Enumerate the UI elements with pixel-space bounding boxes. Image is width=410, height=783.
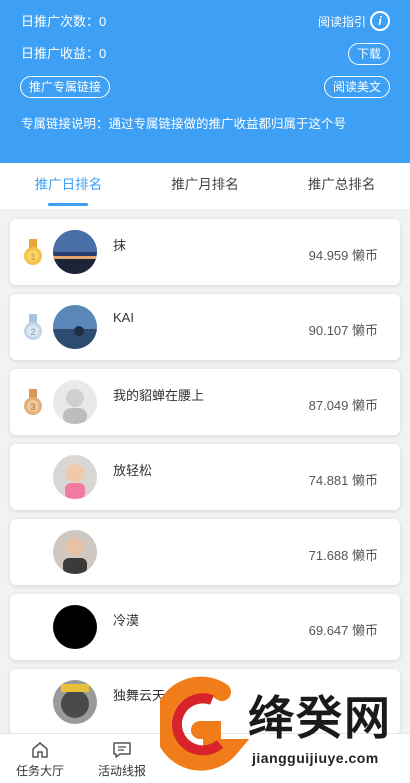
user-name: 放轻松 bbox=[113, 463, 153, 478]
user-score: 87.049 懒币 bbox=[308, 398, 378, 413]
nav-activity-news[interactable]: 活动线报 bbox=[82, 736, 162, 779]
svg-text:2: 2 bbox=[30, 327, 35, 337]
ranking-row[interactable]: 放轻松 74.881 懒币 bbox=[10, 444, 400, 510]
gold-medal-icon: 1 bbox=[24, 239, 42, 265]
daily-count-label: 日推广次数： bbox=[21, 14, 100, 29]
bronze-medal-icon: 3 bbox=[24, 389, 42, 415]
user-score: 74.881 懒币 bbox=[308, 473, 378, 488]
link-description: 专属链接说明：通过专属链接做的推广收益都归属于这个号 bbox=[21, 117, 347, 131]
nav-task-hall[interactable]: 任务大厅 bbox=[0, 736, 80, 779]
avatar bbox=[53, 680, 97, 724]
daily-income-label: 日推广收益： bbox=[21, 46, 100, 61]
exclusive-link-button[interactable]: 推广专属链接 bbox=[20, 76, 111, 98]
user-name: 我的貂蝉在腰上 bbox=[113, 388, 205, 403]
user-score: 69.647 懒币 bbox=[308, 623, 378, 638]
tab-total-ranking[interactable]: 推广总排名 bbox=[273, 163, 410, 209]
daily-income-value: 0 bbox=[99, 46, 107, 61]
watermark-text: 绛癸网 bbox=[248, 691, 392, 745]
svg-text:1: 1 bbox=[30, 252, 35, 262]
ranking-row[interactable]: 2 KAI 90.107 懒币 bbox=[10, 294, 400, 360]
svg-text:3: 3 bbox=[30, 402, 35, 412]
avatar bbox=[53, 230, 97, 274]
avatar bbox=[53, 530, 97, 574]
ranking-tabs: 推广日排名 推广月排名 推广总排名 bbox=[0, 163, 410, 209]
ranking-row[interactable]: 冷漠 69.647 懒币 bbox=[10, 594, 400, 660]
daily-count: 日推广次数：0 bbox=[21, 11, 106, 30]
user-score: 71.688 懒币 bbox=[308, 548, 378, 563]
tab-monthly-ranking[interactable]: 推广月排名 bbox=[137, 163, 274, 209]
watermark-url: jiangguijiuye.com bbox=[252, 750, 379, 766]
header-panel: 日推广次数：0 日推广收益：0 推广专属链接 阅读指引 i 下载 阅读美文 专属… bbox=[0, 0, 410, 163]
user-name: KAI bbox=[113, 310, 134, 325]
watermark-logo-icon bbox=[160, 676, 250, 771]
info-icon: i bbox=[370, 11, 390, 31]
read-article-button[interactable]: 阅读美文 bbox=[323, 76, 390, 98]
avatar bbox=[53, 305, 97, 349]
read-guide-label: 阅读指引 bbox=[317, 14, 366, 29]
site-watermark: 绛癸网 jiangguijiuye.com bbox=[160, 670, 410, 783]
user-score: 90.107 懒币 bbox=[308, 323, 378, 338]
user-name: 抹 bbox=[113, 238, 127, 253]
ranking-row[interactable]: 3 我的貂蝉在腰上 87.049 懒币 bbox=[10, 369, 400, 435]
ranking-row[interactable]: 1 抹 94.959 懒币 bbox=[10, 219, 400, 285]
read-guide-button[interactable]: 阅读指引 i bbox=[318, 11, 390, 31]
nav-activity-news-label: 活动线报 bbox=[97, 764, 146, 778]
daily-income: 日推广收益：0 bbox=[21, 43, 106, 62]
download-button[interactable]: 下载 bbox=[347, 43, 390, 65]
silver-medal-icon: 2 bbox=[24, 314, 42, 340]
user-score: 94.959 懒币 bbox=[308, 248, 378, 263]
home-icon bbox=[32, 742, 48, 758]
tab-daily-ranking[interactable]: 推广日排名 bbox=[0, 163, 137, 209]
daily-count-value: 0 bbox=[99, 14, 107, 29]
avatar bbox=[53, 380, 97, 424]
nav-task-hall-label: 任务大厅 bbox=[15, 764, 64, 778]
message-icon bbox=[113, 742, 131, 758]
user-name: 独舞云天 bbox=[113, 688, 166, 703]
avatar bbox=[53, 605, 97, 649]
avatar bbox=[53, 455, 97, 499]
user-name: 冷漠 bbox=[113, 613, 140, 628]
ranking-row[interactable]: 71.688 懒币 bbox=[10, 519, 400, 585]
